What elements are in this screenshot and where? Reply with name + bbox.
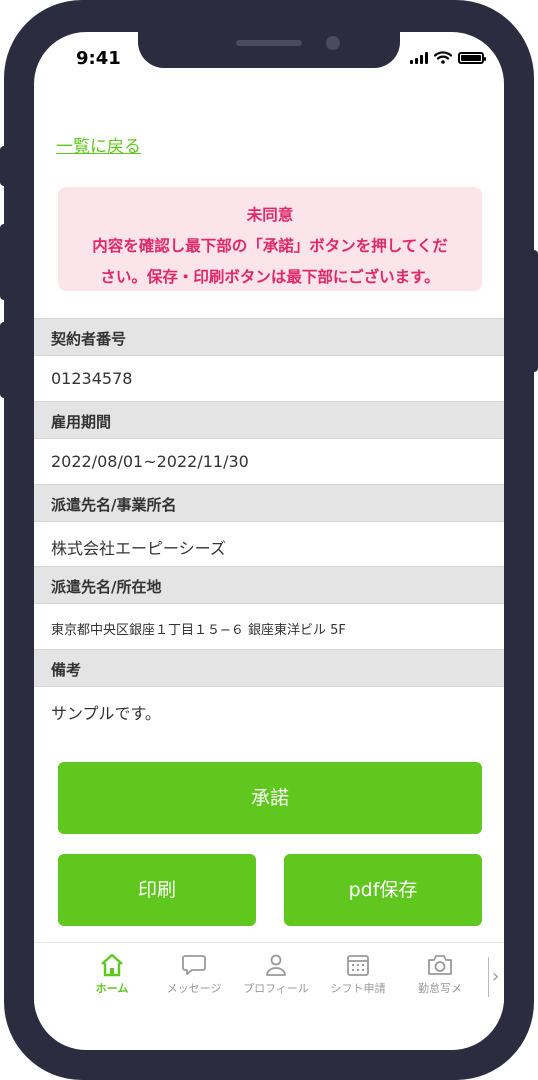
back-to-list-link[interactable]: 一覧に戻る — [56, 132, 141, 157]
field-value-employment-period: 2022/08/01~2022/11/30 — [34, 439, 504, 484]
calendar-icon — [347, 955, 369, 976]
tab-attendance-photo-label: 勤怠写メ — [418, 982, 462, 995]
battery-icon — [458, 51, 486, 64]
field-label-dispatch-company: 派遣先名/事業所名 — [34, 484, 504, 522]
tab-shift-request-label: シフト申請 — [330, 982, 386, 995]
field-label-contract-number: 契約者番号 — [34, 318, 504, 356]
notice-line-2: さい。保存・印刷ボタンは最下部にございます。 — [100, 268, 440, 286]
person-icon — [266, 954, 286, 976]
speaker — [236, 40, 302, 46]
tab-attendance-photo[interactable]: 勤怠写メ — [400, 953, 480, 996]
tab-shift-request[interactable]: シフト申請 — [318, 953, 398, 996]
tab-profile[interactable]: プロフィール — [236, 953, 316, 996]
volume-down-button — [0, 322, 8, 398]
signal-icon — [410, 51, 428, 64]
power-button — [530, 250, 538, 372]
notice-line-1: 内容を確認し最下部の「承諾」ボタンを押してくだ — [92, 237, 448, 255]
notice-title: 未同意 — [246, 206, 294, 224]
home-icon — [101, 953, 123, 977]
field-label-remarks: 備考 — [34, 649, 504, 687]
print-button[interactable]: 印刷 — [58, 854, 256, 926]
unagreed-notice: 未同意 内容を確認し最下部の「承諾」ボタンを押してくだ さい。保存・印刷ボタンは… — [58, 187, 482, 291]
tab-messages-label: メッセージ — [166, 982, 222, 995]
tab-profile-label: プロフィール — [243, 982, 309, 995]
chevron-right-icon[interactable]: › — [488, 957, 504, 997]
pdf-save-button[interactable]: pdf保存 — [284, 854, 482, 926]
screen: 9:41 一覧に戻る 未同意 内容を確認し最下部の「承諾」ボタンを押してくだ さ… — [34, 32, 504, 1050]
field-value-dispatch-company: 株式会社エーピーシーズ — [34, 522, 504, 567]
wifi-icon — [434, 51, 452, 64]
accept-button[interactable]: 承諾 — [58, 762, 482, 834]
volume-up-button — [0, 224, 8, 300]
bottom-tab-bar: ホーム メッセージ プロフィール シフト申請 勤怠写メ › — [34, 942, 504, 1012]
field-label-dispatch-address: 派遣先名/所在地 — [34, 566, 504, 604]
silent-switch — [0, 146, 8, 186]
field-label-employment-period: 雇用期間 — [34, 401, 504, 439]
tab-messages[interactable]: メッセージ — [154, 953, 234, 996]
camera-icon — [428, 955, 452, 975]
status-time: 9:41 — [76, 48, 121, 69]
tab-home[interactable]: ホーム — [72, 953, 152, 996]
field-value-contract-number: 01234578 — [34, 356, 504, 401]
field-value-remarks: サンプルです。 — [34, 687, 504, 732]
tab-home-label: ホーム — [95, 982, 129, 995]
chat-bubble-icon — [182, 955, 206, 975]
notch — [138, 32, 400, 68]
status-icons — [410, 51, 486, 64]
front-camera — [326, 36, 340, 50]
field-value-dispatch-address: 東京都中央区銀座１丁目１５−６ 銀座東洋ビル 5F — [34, 604, 504, 649]
